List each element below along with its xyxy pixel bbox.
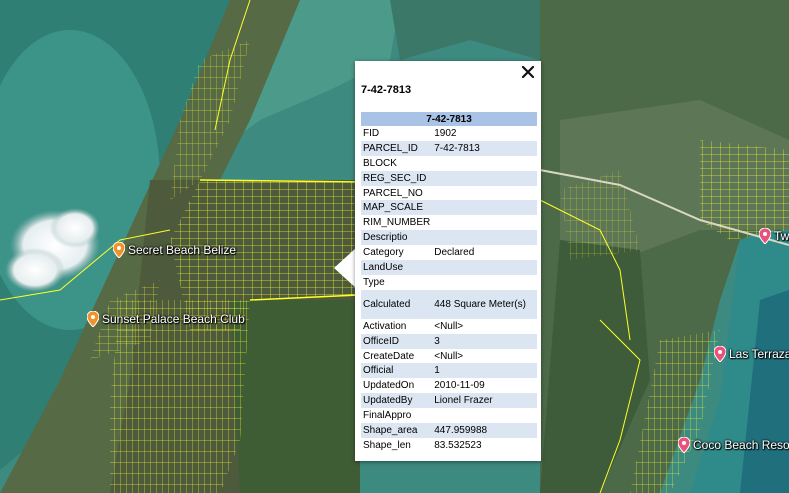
orange-map-pin-icon bbox=[87, 311, 99, 327]
attribute-key: Calculated bbox=[361, 289, 433, 319]
attribute-value bbox=[432, 215, 537, 230]
attribute-key: UpdatedOn bbox=[363, 380, 415, 392]
parcel-info-popup: 7-42-7813 7-42-7813 FID 1902 PARCEL_ID 7-42… bbox=[355, 61, 541, 461]
attribute-value bbox=[432, 408, 537, 423]
place-coco-beach-resort[interactable]: Coco Beach Reso bbox=[678, 437, 789, 453]
attribute-row: FID 1902 bbox=[361, 126, 537, 141]
attribute-value: 448 Square Meter(s) bbox=[432, 289, 537, 319]
attribute-value bbox=[432, 170, 537, 186]
attribute-row: FinalAppro bbox=[361, 408, 537, 423]
place-sunset-palace-beach-club[interactable]: Sunset Palace Beach Club bbox=[87, 311, 245, 327]
attribute-key: Type bbox=[363, 276, 385, 288]
close-x-icon[interactable] bbox=[520, 64, 536, 80]
pink-map-pin-icon bbox=[678, 437, 690, 453]
attribute-key: Category bbox=[363, 247, 404, 259]
attribute-value: <Null> bbox=[434, 350, 464, 362]
attribute-value bbox=[432, 200, 537, 216]
attribute-row: OfficeID 3 bbox=[361, 333, 537, 349]
attribute-row: UpdatedOn 2010-11-09 bbox=[361, 378, 537, 393]
attribute-row: CreateDate <Null> bbox=[361, 349, 537, 364]
attribute-key: CreateDate bbox=[363, 350, 415, 362]
attribute-value: 83.532523 bbox=[434, 439, 482, 451]
attribute-key: Official bbox=[361, 363, 433, 379]
attribute-value: 2010-11-09 bbox=[434, 380, 485, 392]
place-las-terraza[interactable]: Las Terraza bbox=[714, 346, 789, 362]
attribute-key: Activation bbox=[363, 320, 407, 332]
attribute-row: Descriptio bbox=[361, 230, 537, 246]
attribute-key: Shape_len bbox=[363, 439, 411, 451]
place-label: Sunset Palace Beach Club bbox=[102, 312, 245, 326]
attribute-key: FID bbox=[363, 127, 380, 139]
attribute-row: MAP_SCALE bbox=[361, 200, 537, 216]
attribute-table: 7-42-7813 FID 1902 PARCEL_ID 7-42-7813 BLOCK… bbox=[361, 112, 537, 453]
attribute-value: 3 bbox=[432, 333, 537, 349]
attribute-value bbox=[432, 156, 537, 171]
attribute-value: Lionel Frazer bbox=[432, 393, 537, 409]
attribute-row: Calculated 448 Square Meter(s) bbox=[361, 289, 537, 319]
attribute-key: LandUse bbox=[361, 260, 433, 275]
attribute-value: 1 bbox=[432, 363, 537, 379]
attribute-row: LandUse bbox=[361, 260, 537, 275]
attribute-row: PARCEL_ID 7-42-7813 bbox=[361, 140, 537, 156]
attribute-key: REG_SEC_ID bbox=[361, 170, 433, 186]
attribute-row: Shape_area 447.959988 bbox=[361, 423, 537, 438]
place-label: Coco Beach Reso bbox=[693, 438, 789, 452]
place-label: Las Terraza bbox=[729, 347, 789, 361]
attribute-key: FinalAppro bbox=[363, 410, 412, 422]
attribute-value bbox=[432, 260, 537, 275]
place-label: Two bbox=[774, 229, 789, 243]
attribute-value bbox=[432, 275, 537, 290]
popup-pointer bbox=[334, 248, 356, 288]
attribute-key: OfficeID bbox=[361, 333, 433, 349]
attribute-value: <Null> bbox=[434, 320, 464, 332]
attribute-row: UpdatedBy Lionel Frazer bbox=[361, 393, 537, 409]
attribute-table-body: FID 1902 PARCEL_ID 7-42-7813 BLOCK REG_SEC_ID… bbox=[361, 126, 537, 453]
attribute-row: REG_SEC_ID bbox=[361, 170, 537, 186]
attribute-key: RIM_NUMBER bbox=[363, 217, 431, 229]
place-label: Secret Beach Belize bbox=[128, 243, 237, 257]
pink-map-pin-icon bbox=[759, 228, 771, 244]
attribute-value: 7-42-7813 bbox=[432, 140, 537, 156]
attribute-key: Shape_area bbox=[361, 423, 433, 438]
attribute-table-header: 7-42-7813 bbox=[361, 112, 537, 126]
attribute-row: Shape_len 83.532523 bbox=[361, 438, 537, 453]
popup-title: 7-42-7813 bbox=[361, 84, 412, 96]
attribute-row: PARCEL_NO bbox=[361, 186, 537, 201]
place-secret-beach-belize[interactable]: Secret Beach Belize bbox=[113, 242, 236, 258]
attribute-key: Descriptio bbox=[361, 230, 433, 246]
attribute-key: PARCEL_NO bbox=[363, 187, 423, 199]
attribute-value: 1902 bbox=[434, 127, 457, 139]
attribute-key: PARCEL_ID bbox=[361, 140, 433, 156]
attribute-key: MAP_SCALE bbox=[361, 200, 433, 216]
attribute-value: Declared bbox=[434, 247, 475, 259]
place-two[interactable]: Two bbox=[759, 228, 789, 244]
pink-map-pin-icon bbox=[714, 346, 726, 362]
attribute-row: Official 1 bbox=[361, 363, 537, 379]
attribute-row: Activation <Null> bbox=[361, 319, 537, 334]
attribute-row: RIM_NUMBER bbox=[361, 215, 537, 230]
attribute-key: BLOCK bbox=[363, 157, 397, 169]
attribute-row: Type bbox=[361, 275, 537, 290]
orange-map-pin-icon bbox=[113, 242, 125, 258]
attribute-row: Category Declared bbox=[361, 245, 537, 260]
attribute-value bbox=[432, 186, 537, 201]
attribute-value bbox=[432, 230, 537, 246]
attribute-value: 447.959988 bbox=[432, 423, 537, 438]
attribute-row: BLOCK bbox=[361, 156, 537, 171]
attribute-key: UpdatedBy bbox=[361, 393, 433, 409]
